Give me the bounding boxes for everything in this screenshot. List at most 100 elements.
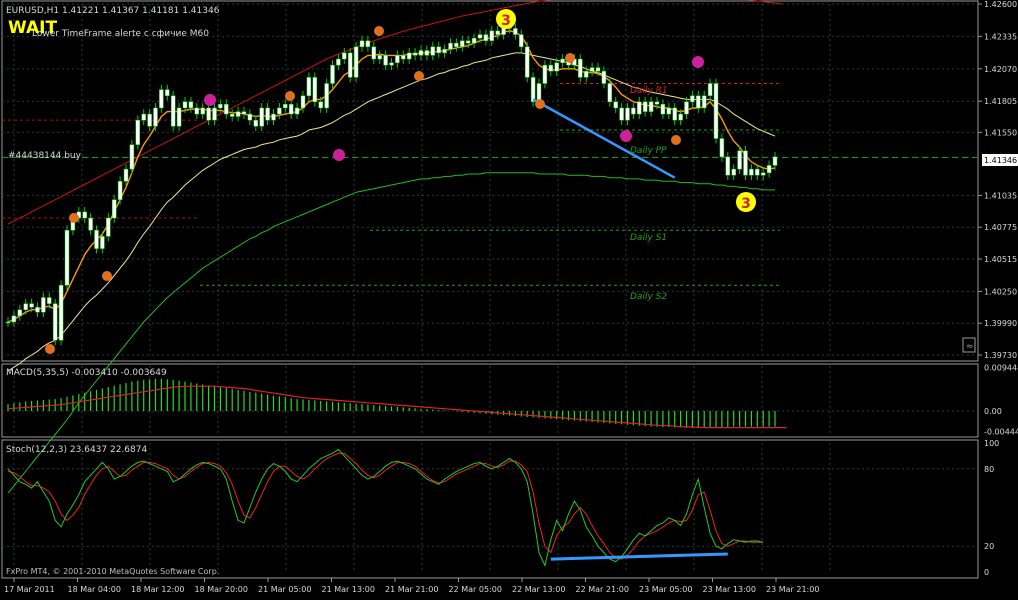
- candle-bull: [749, 168, 754, 176]
- wave-marker-top: 3: [496, 9, 516, 29]
- pivot-label-pp: Daily PP: [630, 146, 667, 156]
- candle-bear: [424, 50, 430, 56]
- fractal-marker: [374, 26, 384, 36]
- time-tick-label: 23 Mar 13:00: [703, 585, 756, 594]
- candle-bear: [513, 28, 518, 35]
- candle-bear: [229, 113, 235, 117]
- fractal-marker: [204, 94, 216, 106]
- fractal-marker: [535, 99, 545, 109]
- candle-bear: [253, 119, 259, 127]
- macd-tick-label: 0.009448: [984, 364, 1018, 373]
- time-tick-label: 21 Mar 21:00: [385, 585, 438, 594]
- candle-bull: [111, 199, 117, 219]
- stoch-tick-label: 80: [984, 465, 994, 474]
- candle-bull: [106, 217, 111, 237]
- candle-bear: [725, 156, 731, 176]
- candle-bear: [194, 107, 200, 115]
- price-tick-label: 1.39730: [984, 351, 1017, 360]
- candle-bull: [41, 297, 46, 313]
- candle-bear: [524, 46, 530, 78]
- candle-bear: [495, 30, 500, 35]
- candle-bull: [418, 50, 424, 56]
- order-label: #44438144 buy: [8, 151, 82, 161]
- candle-bull: [737, 150, 742, 170]
- candle-bull: [135, 119, 141, 145]
- candle-bull: [294, 107, 300, 115]
- price-tick-label: 1.39990: [984, 319, 1017, 328]
- candle-bull: [460, 40, 465, 48]
- candle-bull: [542, 64, 548, 84]
- candle-bull: [212, 107, 217, 121]
- candle-bear: [483, 34, 489, 41]
- candle-bear: [371, 46, 377, 60]
- price-tick-label: 1.42600: [984, 0, 1017, 9]
- candle-bull: [448, 42, 453, 50]
- candle-bull: [731, 168, 736, 176]
- candle-bull: [395, 55, 400, 63]
- candle-bull: [182, 101, 188, 109]
- candle-bull: [324, 83, 329, 109]
- time-tick-label: 23 Mar 05:00: [639, 585, 692, 594]
- candle-bear: [619, 107, 624, 121]
- candle-bull: [11, 315, 17, 323]
- candle-bear: [206, 107, 211, 121]
- pivot-label-r1: Daily R1: [630, 86, 668, 96]
- candle-bear: [412, 52, 418, 56]
- price-tick-label: 1.40775: [984, 223, 1017, 232]
- candle-bear: [530, 77, 536, 103]
- price-tick-label: 1.41035: [984, 191, 1017, 200]
- candle-bear: [224, 104, 229, 115]
- candle-bull: [442, 49, 447, 54]
- candle-bull: [406, 52, 412, 60]
- candle-bear: [719, 138, 725, 158]
- price-tick-label: 1.40515: [984, 255, 1017, 264]
- candle-bull: [430, 46, 436, 56]
- candle-bear: [47, 297, 52, 304]
- price-tick-label: 1.41805: [984, 97, 1017, 106]
- time-tick-label: 18 Mar 04:00: [68, 585, 121, 594]
- fractal-marker: [285, 91, 295, 101]
- candle-bear: [365, 40, 371, 48]
- candle-bull: [560, 58, 565, 63]
- watermark: FxPro MT4, © 2001-2010 MetaQuotes Softwa…: [6, 567, 219, 576]
- stoch-tick-label: 20: [984, 542, 994, 551]
- candle-bull: [342, 52, 347, 60]
- candle-bear: [519, 34, 524, 48]
- wave-marker-bottom-label: 3: [741, 196, 751, 212]
- macd-tick-label: 0.00: [984, 407, 1002, 416]
- candle-bull: [271, 113, 276, 121]
- time-tick-label: 23 Mar 21:00: [766, 585, 819, 594]
- price-tick-label: 1.42335: [984, 32, 1017, 41]
- candle-bear: [654, 101, 660, 105]
- fractal-marker: [69, 213, 79, 223]
- candle-bull: [200, 107, 205, 115]
- fractal-marker: [45, 344, 55, 354]
- fractal-marker: [671, 135, 681, 145]
- price-tick-label: 1.41550: [984, 128, 1017, 137]
- candle-bear: [94, 230, 99, 249]
- timeframe-note: Lower TimeFrame alerte c сфичие M60: [32, 29, 209, 39]
- time-tick-label: 21 Mar 13:00: [322, 585, 375, 594]
- candle-bull: [760, 172, 766, 176]
- candle-bear: [601, 71, 607, 84]
- candle-bear: [312, 77, 318, 103]
- price-tick-label: 1.42070: [984, 65, 1017, 74]
- candle-bull: [471, 37, 477, 44]
- candle-bear: [548, 64, 554, 72]
- candle-bull: [766, 165, 772, 174]
- candle-bull: [707, 83, 713, 96]
- candle-bull: [589, 67, 595, 72]
- current-price-label: 1.41346: [984, 156, 1017, 165]
- candle-bear: [642, 101, 648, 112]
- candle-bull: [625, 107, 630, 121]
- candle-bull: [353, 46, 359, 78]
- stoch-title: Stoch(12,2,3) 23.6437 22.6874: [6, 445, 147, 455]
- candle-bull: [129, 144, 135, 170]
- svg-text:≈: ≈: [966, 342, 974, 352]
- candle-bull: [259, 107, 264, 127]
- candle-bull: [359, 40, 365, 48]
- candle-bull: [141, 113, 146, 121]
- macd-title: MACD(5,35,5) -0.003410 -0.003649: [6, 368, 167, 378]
- time-tick-label: 22 Mar 13:00: [512, 585, 565, 594]
- candle-bear: [755, 168, 760, 176]
